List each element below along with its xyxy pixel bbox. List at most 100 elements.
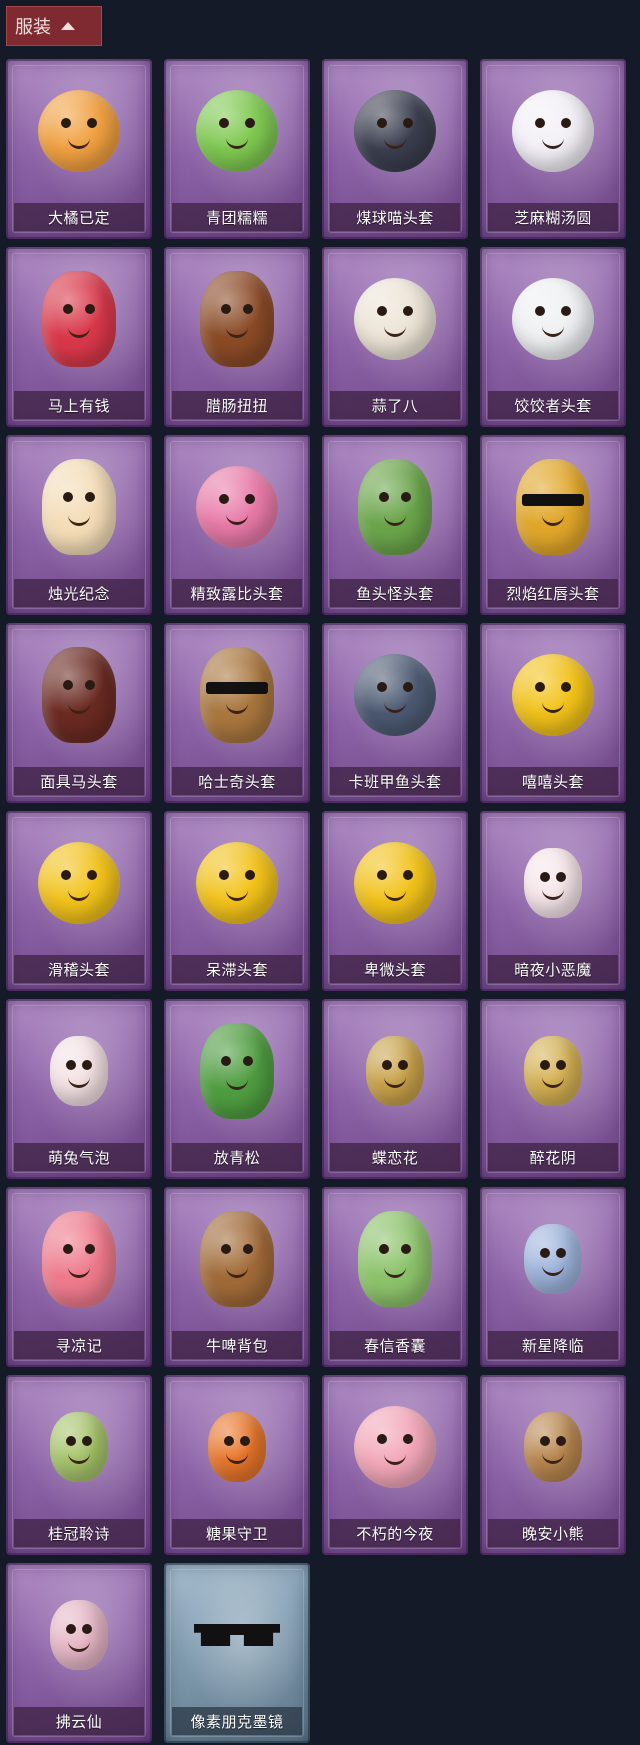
item-card[interactable]: 像素朋克墨镜: [164, 1563, 310, 1743]
laurel-doll-charm-icon: [31, 1393, 127, 1501]
cloud-fairy-charm-icon: [31, 1581, 127, 1689]
pink-beaver-head-icon: [189, 453, 285, 561]
stare-emoji-head-icon: [189, 829, 285, 937]
item-card[interactable]: 暗夜小恶魔: [480, 811, 626, 991]
item-label: 哈士奇头套: [172, 767, 302, 795]
item-label: 面具马头套: [14, 767, 144, 795]
item-label: 马上有钱: [14, 391, 144, 419]
item-label: 烈焰红唇头套: [488, 579, 618, 607]
item-card[interactable]: 糖果守卫: [164, 1375, 310, 1555]
item-label: 醉花阴: [488, 1143, 618, 1171]
item-label: 精致露比头套: [172, 579, 302, 607]
green-sachet-icon: [347, 1205, 443, 1313]
cow-mug-backpack-icon: [189, 1205, 285, 1313]
flower-ornament-icon: [505, 1017, 601, 1125]
item-label: 嘻嘻头套: [488, 767, 618, 795]
item-label: 饺饺者头套: [488, 391, 618, 419]
item-card[interactable]: 精致露比头套: [164, 435, 310, 615]
item-label: 滑稽头套: [14, 955, 144, 983]
item-card[interactable]: 放青松: [164, 999, 310, 1179]
item-card[interactable]: 牛啤背包: [164, 1187, 310, 1367]
item-card[interactable]: 面具马头套: [6, 623, 152, 803]
item-label: 拂云仙: [14, 1707, 144, 1735]
green-rice-cake-head-icon: [189, 77, 285, 185]
garlic-head-icon: [347, 265, 443, 373]
item-label: 卡班甲鱼头套: [330, 767, 460, 795]
item-card[interactable]: 卑微头套: [322, 811, 468, 991]
item-label: 腊肠扭扭: [172, 391, 302, 419]
yellow-mask-head-icon: [505, 453, 601, 561]
seal-head-icon: [347, 641, 443, 749]
item-label: 萌兔气泡: [14, 1143, 144, 1171]
horse-mask-head-icon: [31, 641, 127, 749]
item-label: 蒜了八: [330, 391, 460, 419]
item-card[interactable]: 马上有钱: [6, 247, 152, 427]
item-card[interactable]: 寻凉记: [6, 1187, 152, 1367]
item-card[interactable]: 晚安小熊: [480, 1375, 626, 1555]
dumpling-head-icon: [505, 265, 601, 373]
item-label: 新星降临: [488, 1331, 618, 1359]
dachshund-head-icon: [189, 265, 285, 373]
item-card[interactable]: 大橘已定: [6, 59, 152, 239]
item-label: 桂冠聆诗: [14, 1519, 144, 1547]
red-horse-head-icon: [31, 265, 127, 373]
star-doll-charm-icon: [505, 1205, 601, 1313]
butterfly-ornament-icon: [347, 1017, 443, 1125]
item-card[interactable]: 萌兔气泡: [6, 999, 152, 1179]
grin-emoji-head-icon: [505, 641, 601, 749]
pink-fox-bowl-icon: [347, 1393, 443, 1501]
item-card[interactable]: 桂冠聆诗: [6, 1375, 152, 1555]
item-label: 像素朋克墨镜: [172, 1707, 302, 1735]
item-label: 煤球喵头套: [330, 203, 460, 231]
item-label: 卑微头套: [330, 955, 460, 983]
smirk-emoji-head-icon: [31, 829, 127, 937]
item-label: 青团糯糯: [172, 203, 302, 231]
item-card[interactable]: 春信香囊: [322, 1187, 468, 1367]
item-card[interactable]: 鱼头怪头套: [322, 435, 468, 615]
item-card[interactable]: 醉花阴: [480, 999, 626, 1179]
item-card[interactable]: 拂云仙: [6, 1563, 152, 1743]
item-card[interactable]: 青团糯糯: [164, 59, 310, 239]
item-card[interactable]: 新星降临: [480, 1187, 626, 1367]
black-cat-head-icon: [347, 77, 443, 185]
item-card[interactable]: 饺饺者头套: [480, 247, 626, 427]
item-label: 鱼头怪头套: [330, 579, 460, 607]
item-label: 不朽的今夜: [330, 1519, 460, 1547]
item-card[interactable]: 滑稽头套: [6, 811, 152, 991]
item-label: 大橘已定: [14, 203, 144, 231]
item-label: 糖果守卫: [172, 1519, 302, 1547]
humble-emoji-head-icon: [347, 829, 443, 937]
item-card[interactable]: 芝麻糊汤圆: [480, 59, 626, 239]
item-label: 暗夜小恶魔: [488, 955, 618, 983]
item-card[interactable]: 呆滞头套: [164, 811, 310, 991]
item-label: 春信香囊: [330, 1331, 460, 1359]
item-card[interactable]: 哈士奇头套: [164, 623, 310, 803]
pink-beaver-hat-icon: [31, 1205, 127, 1313]
chevron-up-icon: [61, 22, 75, 30]
item-card[interactable]: 烈焰红唇头套: [480, 435, 626, 615]
item-card[interactable]: 蝶恋花: [322, 999, 468, 1179]
pumpkin-doll-charm-icon: [189, 1393, 285, 1501]
item-label: 放青松: [172, 1143, 302, 1171]
item-label: 晚安小熊: [488, 1519, 618, 1547]
item-label: 蝶恋花: [330, 1143, 460, 1171]
item-card[interactable]: 蒜了八: [322, 247, 468, 427]
fish-head-icon: [347, 453, 443, 561]
item-card[interactable]: 不朽的今夜: [322, 1375, 468, 1555]
potted-pine-icon: [189, 1017, 285, 1125]
husky-head-icon: [189, 641, 285, 749]
costume-grid: 大橘已定 青团糯糯 煤球喵头套 芝麻糊汤圆马上有钱 腊肠扭扭 蒜了八 饺饺者头套烛光纪念 精致…: [6, 59, 632, 1743]
item-label: 牛啤背包: [172, 1331, 302, 1359]
item-card[interactable]: 煤球喵头套: [322, 59, 468, 239]
devil-horns-icon: [505, 829, 601, 937]
candle-head-icon: [31, 453, 127, 561]
bunny-bubble-icon: [31, 1017, 127, 1125]
item-label: 芝麻糊汤圆: [488, 203, 618, 231]
item-card[interactable]: 腊肠扭扭: [164, 247, 310, 427]
section-title: 服装: [15, 17, 51, 38]
section-header-costume[interactable]: 服装: [6, 6, 102, 46]
orange-slice-head-icon: [31, 77, 127, 185]
item-card[interactable]: 卡班甲鱼头套: [322, 623, 468, 803]
item-card[interactable]: 烛光纪念: [6, 435, 152, 615]
item-card[interactable]: 嘻嘻头套: [480, 623, 626, 803]
